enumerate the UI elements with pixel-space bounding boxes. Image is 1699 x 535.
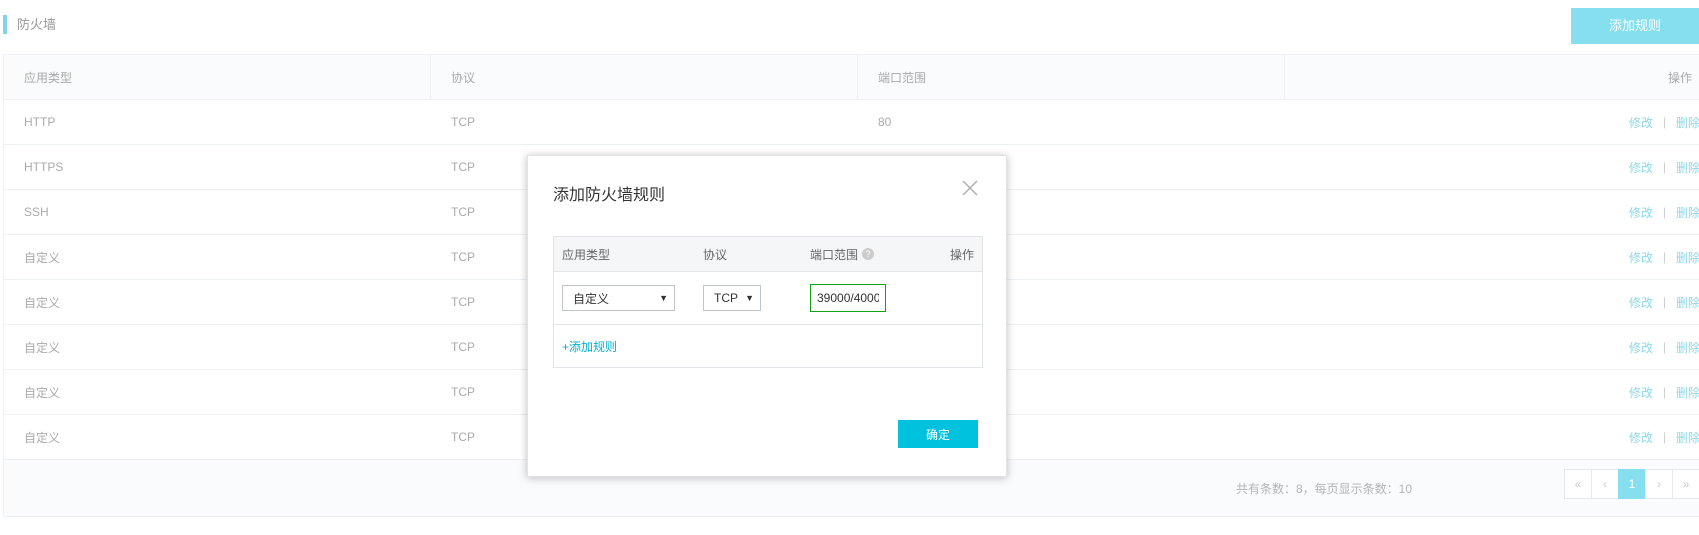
- rule-editor-table: 应用类型 协议 端口范围 ? 操作 自定义 ▼ TCP ▼ 39000/4000…: [553, 236, 983, 368]
- rule-actions: 修改 | 删除: [1285, 235, 1699, 279]
- rule-protocol: TCP: [451, 115, 475, 129]
- column-header-port: 端口范围: [858, 55, 1285, 99]
- rule-editor-row: 自定义 ▼ TCP ▼: [554, 272, 982, 325]
- close-icon[interactable]: [960, 178, 980, 198]
- rule-actions: 修改 | 删除: [1285, 190, 1699, 234]
- column-header-protocol: 协议: [431, 55, 858, 99]
- add-firewall-rule-dialog: 添加防火墙规则 应用类型 协议 端口范围 ? 操作 自定义 ▼ TCP ▼ 39…: [527, 155, 1007, 477]
- protocol-value: TCP: [714, 291, 738, 305]
- rule-port: 80: [878, 115, 892, 129]
- action-separator: |: [1662, 295, 1666, 309]
- add-rule-button[interactable]: 添加规则: [1571, 8, 1699, 44]
- delete-rule-link[interactable]: 删除: [1676, 249, 1699, 266]
- page-last-button[interactable]: »: [1672, 469, 1699, 499]
- edit-rule-link[interactable]: 修改: [1629, 114, 1653, 131]
- rule-actions: 修改 | 删除: [1285, 100, 1699, 144]
- action-separator: |: [1662, 115, 1666, 129]
- help-icon[interactable]: ?: [862, 248, 875, 260]
- edit-rule-link[interactable]: 修改: [1629, 339, 1653, 356]
- rule-actions: 修改 | 删除: [1285, 370, 1699, 414]
- confirm-button[interactable]: 确定: [898, 420, 978, 448]
- delete-rule-link[interactable]: 删除: [1676, 204, 1699, 221]
- rule-type: HTTPS: [24, 160, 64, 174]
- action-separator: |: [1662, 430, 1666, 444]
- rule-type: 自定义: [24, 250, 61, 265]
- page-number-button[interactable]: 1: [1618, 469, 1646, 499]
- column-header-type: 应用类型: [4, 55, 431, 99]
- rule-actions: 修改 | 删除: [1285, 325, 1699, 369]
- pagination-summary: 共有条数：8，每页显示条数：10: [1235, 482, 1412, 496]
- editor-column-port: 端口范围 ?: [802, 246, 910, 263]
- rule-actions: 修改 | 删除: [1285, 280, 1699, 324]
- delete-rule-link[interactable]: 删除: [1676, 384, 1699, 401]
- edit-rule-link[interactable]: 修改: [1629, 429, 1653, 446]
- port-range-input[interactable]: [810, 284, 886, 312]
- caret-down-icon: ▼: [745, 293, 754, 303]
- rule-type: 自定义: [24, 430, 61, 445]
- delete-rule-link[interactable]: 删除: [1676, 114, 1699, 131]
- rule-actions: 修改 | 删除: [1285, 145, 1699, 189]
- action-separator: |: [1662, 340, 1666, 354]
- edit-rule-link[interactable]: 修改: [1629, 159, 1653, 176]
- table-header-row: 应用类型 协议 端口范围 操作: [4, 55, 1699, 100]
- rule-type: 自定义: [24, 385, 61, 400]
- rule-type: 自定义: [24, 295, 61, 310]
- edit-rule-link[interactable]: 修改: [1629, 294, 1653, 311]
- edit-rule-link[interactable]: 修改: [1629, 384, 1653, 401]
- delete-rule-link[interactable]: 删除: [1676, 159, 1699, 176]
- editor-column-protocol: 协议: [703, 247, 728, 262]
- app-type-value: 自定义: [573, 291, 610, 306]
- rule-editor-header: 应用类型 协议 端口范围 ? 操作: [554, 237, 982, 272]
- page-prev-button[interactable]: ‹: [1591, 469, 1619, 499]
- table-row: HTTP TCP 80 修改 | 删除: [4, 100, 1699, 145]
- page-title: 防火墙: [3, 15, 56, 34]
- rule-type: SSH: [24, 205, 49, 219]
- pagination: « ‹ 1 › »: [1564, 469, 1699, 499]
- add-rule-link[interactable]: +添加规则: [554, 338, 617, 355]
- editor-column-type: 应用类型: [562, 247, 611, 262]
- delete-rule-link[interactable]: 删除: [1676, 429, 1699, 446]
- action-separator: |: [1662, 160, 1666, 174]
- rule-type: 自定义: [24, 340, 61, 355]
- action-separator: |: [1662, 205, 1666, 219]
- app-type-select[interactable]: 自定义 ▼: [562, 285, 675, 311]
- delete-rule-link[interactable]: 删除: [1676, 339, 1699, 356]
- editor-column-port-label: 端口范围: [810, 247, 859, 262]
- edit-rule-link[interactable]: 修改: [1629, 249, 1653, 266]
- dialog-title: 添加防火墙规则: [553, 187, 666, 204]
- page-next-button[interactable]: ›: [1645, 469, 1673, 499]
- column-header-actions: 操作: [1667, 70, 1692, 85]
- edit-rule-link[interactable]: 修改: [1629, 204, 1653, 221]
- rule-actions: 修改 | 删除: [1285, 415, 1699, 459]
- caret-down-icon: ▼: [659, 293, 668, 303]
- delete-rule-link[interactable]: 删除: [1676, 294, 1699, 311]
- protocol-select[interactable]: TCP ▼: [703, 285, 761, 311]
- rule-type: HTTP: [24, 115, 56, 129]
- action-separator: |: [1662, 385, 1666, 399]
- action-separator: |: [1662, 250, 1666, 264]
- page-first-button[interactable]: «: [1564, 469, 1592, 499]
- editor-column-actions: 操作: [949, 247, 974, 262]
